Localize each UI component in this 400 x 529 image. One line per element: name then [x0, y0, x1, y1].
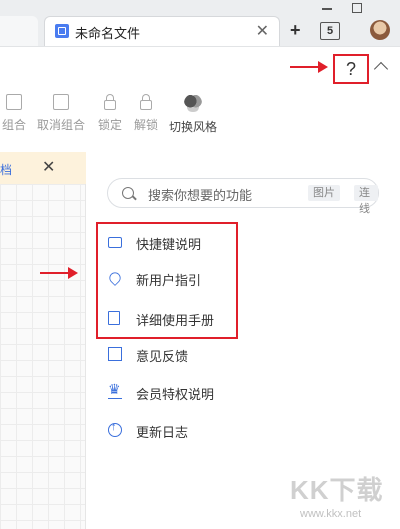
- group-icon: [6, 94, 22, 110]
- tab-count-badge[interactable]: 5: [320, 22, 340, 40]
- maximize-icon[interactable]: [352, 3, 362, 13]
- notice-bar: 档 ✕: [0, 152, 86, 184]
- diagram-file-icon: [55, 24, 69, 38]
- search-icon: [122, 187, 134, 199]
- watermark-logo: KK下载: [290, 475, 384, 505]
- lock-button[interactable]: 锁定: [96, 94, 124, 133]
- update-icon: [108, 421, 122, 437]
- help-button[interactable]: ?: [333, 54, 369, 84]
- menu-item-label: 意见反馈: [136, 349, 189, 364]
- menu-item-label: 更新日志: [136, 425, 189, 440]
- minimize-icon[interactable]: [322, 8, 332, 10]
- ungroup-label: 取消组合: [36, 118, 85, 132]
- watermark-url: www.kkx.net: [300, 508, 362, 520]
- lock-icon: [104, 94, 116, 110]
- previous-tab[interactable]: [0, 16, 38, 46]
- search-chip-image[interactable]: 图片: [308, 185, 340, 201]
- notice-bar-text[interactable]: 档: [0, 161, 12, 178]
- unlock-button[interactable]: 解锁: [132, 94, 160, 133]
- ungroup-button[interactable]: 取消组合: [36, 94, 86, 133]
- annotation-arrow-help: [290, 61, 328, 73]
- new-tab-button[interactable]: +: [290, 20, 301, 41]
- help-search[interactable]: 搜索你想要的功能 图片 连线: [107, 178, 379, 215]
- keyboard-icon: [108, 237, 122, 248]
- tab-document[interactable]: 未命名文件 ✕: [44, 16, 280, 46]
- search-chip-connector[interactable]: 连线: [354, 185, 378, 215]
- title-bar: 未命名文件 ✕ + 5: [0, 0, 400, 46]
- switch-style-button[interactable]: 切换风格: [168, 94, 218, 135]
- unlock-label: 解锁: [133, 118, 158, 132]
- search-placeholder[interactable]: 搜索你想要的功能: [148, 185, 252, 204]
- switch-style-label: 切换风格: [168, 120, 217, 134]
- manual-icon: [108, 311, 120, 325]
- lock-label: 锁定: [97, 118, 122, 132]
- close-notice-icon[interactable]: ✕: [42, 157, 55, 177]
- ungroup-icon: [53, 94, 69, 110]
- menu-item-label: 快捷键说明: [136, 237, 202, 252]
- tab-title: 未命名文件: [75, 26, 141, 41]
- style-icon: [184, 94, 202, 112]
- group-button[interactable]: 组合: [0, 94, 28, 133]
- menu-item-label: 详细使用手册: [136, 313, 215, 328]
- canvas-grid[interactable]: [0, 152, 86, 529]
- close-tab-icon[interactable]: ✕: [256, 21, 269, 41]
- avatar[interactable]: [370, 20, 390, 40]
- menu-item-label: 新用户指引: [136, 273, 202, 288]
- feedback-icon: [108, 347, 122, 361]
- group-label: 组合: [1, 118, 26, 132]
- menu-item-label: 会员特权说明: [136, 387, 215, 402]
- annotation-arrow-menu: [40, 267, 78, 279]
- crown-icon: [108, 381, 122, 399]
- unlock-icon: [140, 94, 152, 110]
